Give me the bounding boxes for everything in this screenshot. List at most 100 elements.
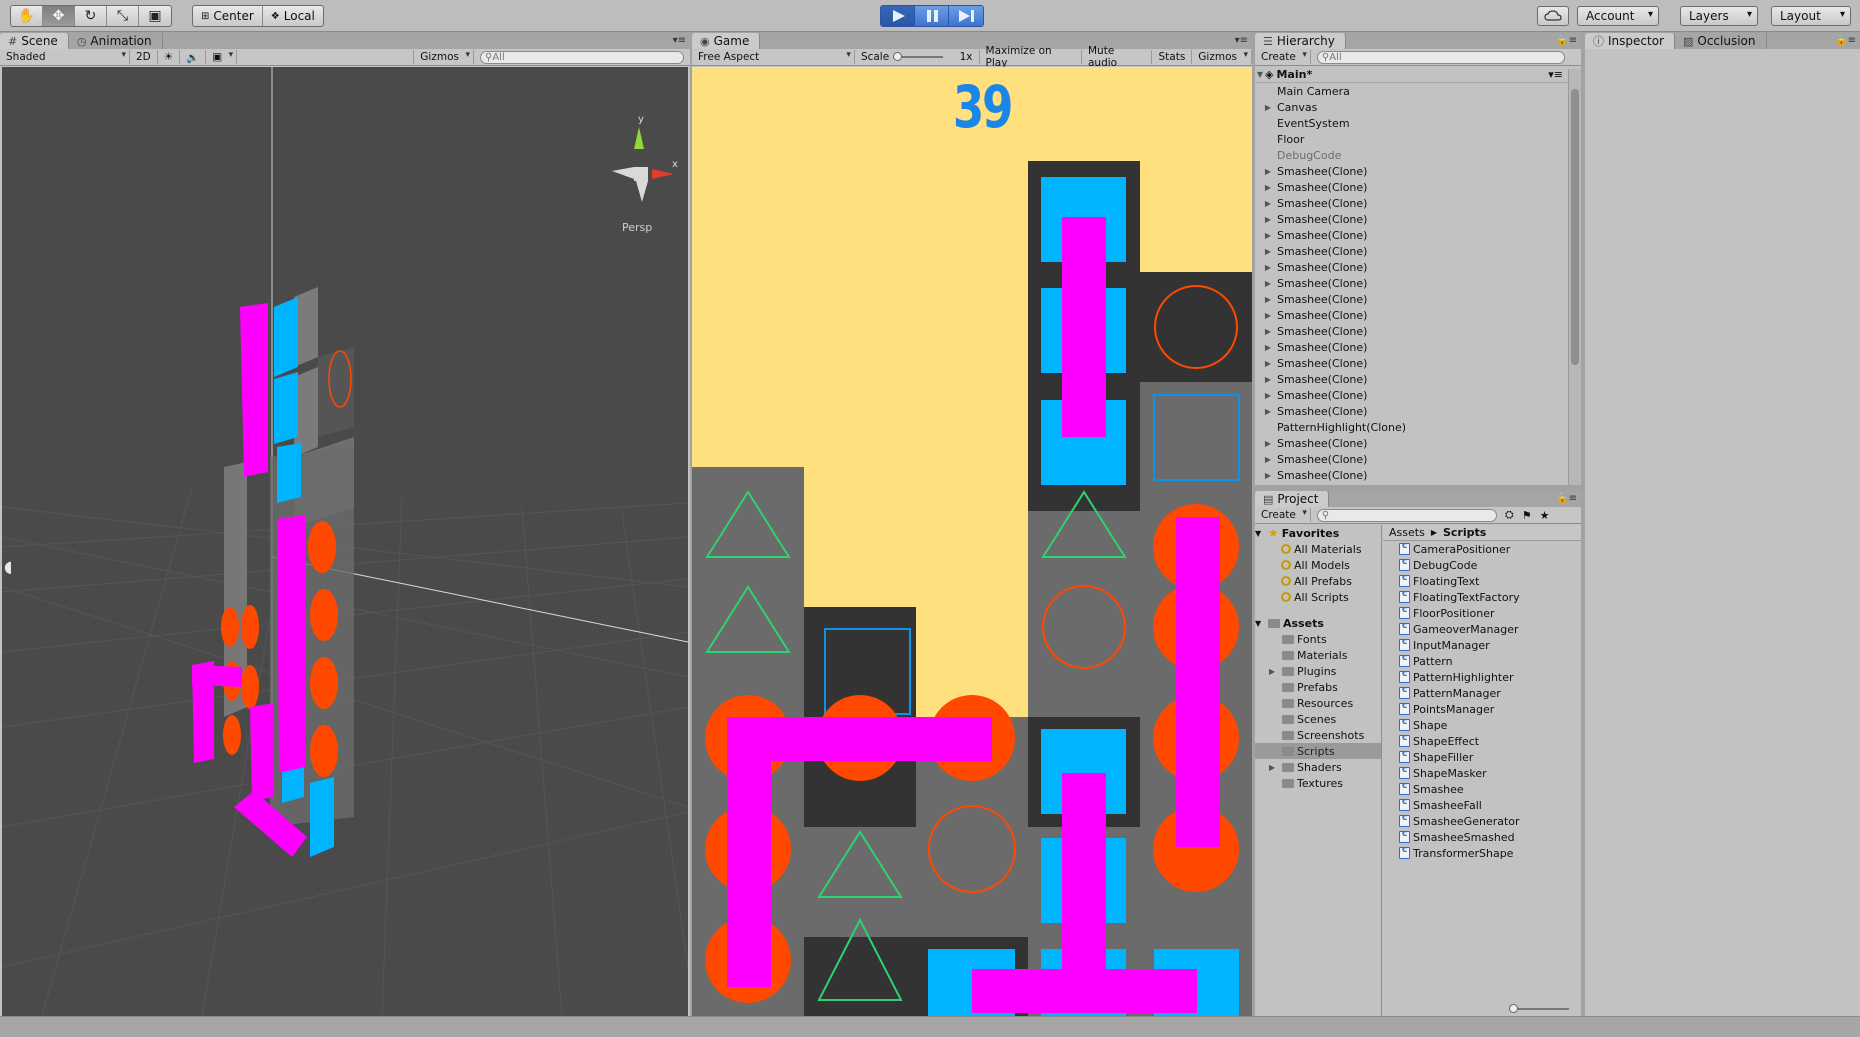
script-item[interactable]: Smashee (1399, 781, 1581, 797)
mode-2d-toggle[interactable]: 2D (130, 50, 158, 64)
favorite-item[interactable]: All Scripts (1255, 589, 1381, 605)
hierarchy-item[interactable]: ▶ Smashee(Clone) (1255, 403, 1581, 419)
breadcrumb-current[interactable]: Scripts (1443, 526, 1486, 539)
scene-search-input[interactable]: ⚲ All (480, 50, 684, 64)
script-item[interactable]: FloatingTextFactory (1399, 589, 1581, 605)
expand-arrow-icon[interactable]: ▶ (1263, 183, 1273, 192)
account-dropdown[interactable]: Account (1577, 6, 1659, 26)
tab-hierarchy[interactable]: ☰ Hierarchy (1255, 33, 1346, 49)
hierarchy-item[interactable]: ▶ Smashee(Clone) (1255, 179, 1581, 195)
tab-inspector[interactable]: ⓘ Inspector (1585, 33, 1675, 49)
asset-folder-item[interactable]: Scripts (1255, 743, 1381, 759)
project-create-dropdown[interactable]: Create (1255, 508, 1311, 522)
expand-arrow-icon[interactable]: ▶ (1263, 215, 1273, 224)
scene-viewport[interactable]: y x Persp ◖ (2, 67, 688, 1016)
script-item[interactable]: SmasheeGenerator (1399, 813, 1581, 829)
filter-label-icon[interactable]: ⚑ (1522, 509, 1532, 522)
favorite-star-icon[interactable]: ★ (1540, 509, 1550, 522)
scene-gizmos-dropdown[interactable]: Gizmos (413, 50, 474, 64)
scale-slider-thumb[interactable] (893, 52, 903, 61)
play-button[interactable] (881, 6, 915, 26)
hand-tool-button[interactable]: ✋ (11, 6, 43, 26)
hierarchy-item[interactable]: ▶ Smashee(Clone) (1255, 371, 1581, 387)
script-item[interactable]: SmasheeSmashed (1399, 829, 1581, 845)
script-item[interactable]: ShapeFiller (1399, 749, 1581, 765)
hierarchy-item[interactable]: ▶ Smashee(Clone) (1255, 227, 1581, 243)
expand-arrow-icon[interactable]: ▶ (1263, 199, 1273, 208)
expand-arrow-icon[interactable]: ▼ (1255, 529, 1265, 538)
script-item[interactable]: CameraPositioner (1399, 541, 1581, 557)
hierarchy-item[interactable]: Main Camera (1255, 83, 1581, 99)
assets-header[interactable]: ▼ Assets (1255, 615, 1381, 631)
asset-folder-item[interactable]: ▶ Shaders (1255, 759, 1381, 775)
expand-arrow-icon[interactable]: ▼ (1255, 70, 1265, 79)
expand-arrow-icon[interactable]: ▶ (1263, 263, 1273, 272)
hierarchy-scrollbar-thumb[interactable] (1571, 89, 1579, 365)
rect-tool-button[interactable]: ▣ (139, 6, 171, 26)
asset-folder-item[interactable]: Prefabs (1255, 679, 1381, 695)
game-panel-menu-icon[interactable]: ▾≡ (1235, 35, 1248, 46)
expand-arrow-icon[interactable]: ▶ (1263, 103, 1273, 112)
hierarchy-item[interactable]: EventSystem (1255, 115, 1581, 131)
scale-slider[interactable] (893, 52, 944, 61)
hierarchy-item[interactable]: ▶ Smashee(Clone) (1255, 291, 1581, 307)
space-local-button[interactable]: ❖ Local (263, 6, 323, 26)
favorites-header[interactable]: ▼ ★ Favorites (1255, 525, 1381, 541)
asset-folder-item[interactable]: Textures (1255, 775, 1381, 791)
asset-folder-item[interactable]: ▶ Plugins (1255, 663, 1381, 679)
asset-folder-item[interactable]: Scenes (1255, 711, 1381, 727)
pause-button[interactable] (915, 6, 949, 26)
hierarchy-item[interactable]: ▶ Smashee(Clone) (1255, 467, 1581, 483)
expand-arrow-icon[interactable]: ▶ (1263, 407, 1273, 416)
hierarchy-item[interactable]: ▶ Smashee(Clone) (1255, 259, 1581, 275)
project-search-input[interactable]: ⚲ (1316, 508, 1497, 522)
game-gizmos-dropdown[interactable]: Gizmos (1192, 50, 1252, 64)
hierarchy-item[interactable]: Floor (1255, 131, 1581, 147)
script-item[interactable]: FloatingText (1399, 573, 1581, 589)
expand-arrow-icon[interactable]: ▶ (1263, 231, 1273, 240)
favorite-item[interactable]: All Models (1255, 557, 1381, 573)
hierarchy-item[interactable]: ▶ Smashee(Clone) (1255, 275, 1581, 291)
hierarchy-item[interactable]: ▶ Smashee(Clone) (1255, 435, 1581, 451)
scale-tool-button[interactable]: ⤡ (107, 6, 139, 26)
hierarchy-item[interactable]: ▶ Smashee(Clone) (1255, 355, 1581, 371)
expand-arrow-icon[interactable]: ▶ (1269, 763, 1279, 772)
game-viewport[interactable]: 39 (692, 67, 1252, 1016)
mute-audio-toggle[interactable]: Mute audio (1082, 45, 1153, 69)
script-item[interactable]: Pattern (1399, 653, 1581, 669)
inspector-lock-icon[interactable]: 🔒≡ (1835, 35, 1856, 46)
expand-arrow-icon[interactable]: ▶ (1263, 439, 1273, 448)
expand-arrow-icon[interactable]: ▶ (1263, 375, 1273, 384)
step-button[interactable] (949, 6, 983, 26)
shading-dropdown[interactable]: Shaded (0, 50, 130, 64)
script-item[interactable]: DebugCode (1399, 557, 1581, 573)
expand-arrow-icon[interactable]: ▶ (1263, 327, 1273, 336)
hierarchy-item[interactable]: ▶ Smashee(Clone) (1255, 307, 1581, 323)
script-item[interactable]: FloorPositioner (1399, 605, 1581, 621)
script-item[interactable]: TransformerShape (1399, 845, 1581, 861)
expand-arrow-icon[interactable]: ▼ (1255, 619, 1265, 628)
cloud-button[interactable] (1537, 6, 1569, 26)
hierarchy-item[interactable]: ▶ Smashee(Clone) (1255, 163, 1581, 179)
asset-folder-item[interactable]: Fonts (1255, 631, 1381, 647)
icon-size-slider[interactable] (1509, 1004, 1569, 1013)
expand-arrow-icon[interactable]: ▶ (1269, 667, 1279, 676)
effects-dropdown[interactable]: ▣ (206, 50, 238, 64)
favorite-item[interactable]: All Materials (1255, 541, 1381, 557)
orientation-gizmo[interactable]: y x (612, 114, 678, 202)
hierarchy-item[interactable]: ▶ Smashee(Clone) (1255, 211, 1581, 227)
hierarchy-item[interactable]: PatternHighlight(Clone) (1255, 419, 1581, 435)
expand-arrow-icon[interactable]: ▶ (1263, 295, 1273, 304)
hierarchy-item[interactable]: ▶ Smashee(Clone) (1255, 451, 1581, 467)
maximize-on-play-toggle[interactable]: Maximize on Play (980, 45, 1082, 69)
layout-dropdown[interactable]: Layout (1771, 6, 1851, 26)
tab-scene[interactable]: # Scene (0, 33, 69, 49)
panel-menu-icon[interactable]: ▾≡ (673, 35, 686, 46)
script-item[interactable]: Shape (1399, 717, 1581, 733)
hierarchy-item[interactable]: ▶ Smashee(Clone) (1255, 387, 1581, 403)
expand-arrow-icon[interactable]: ▶ (1263, 247, 1273, 256)
audio-toggle[interactable]: 🔈 (180, 50, 207, 64)
icon-size-slider-thumb[interactable] (1509, 1004, 1518, 1013)
script-item[interactable]: ShapeMasker (1399, 765, 1581, 781)
tab-occlusion[interactable]: ▨ Occlusion (1675, 33, 1767, 49)
